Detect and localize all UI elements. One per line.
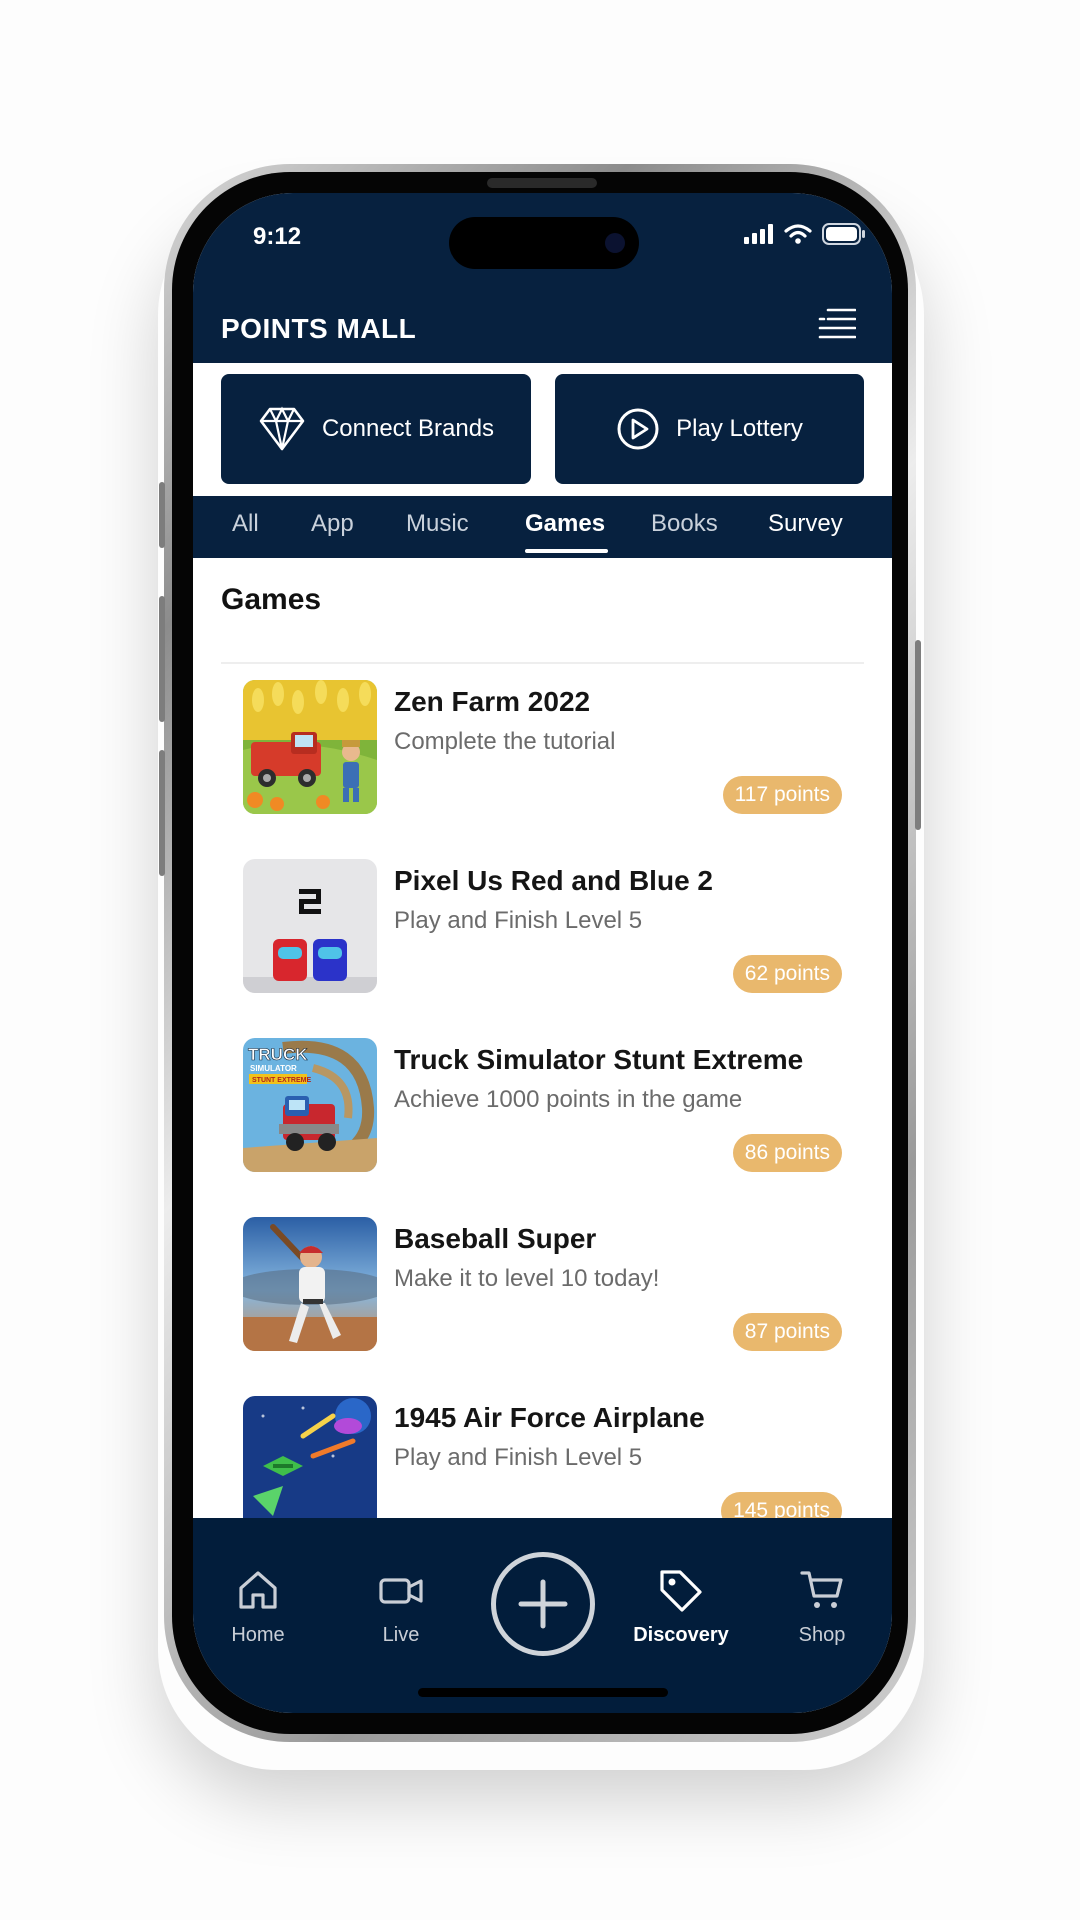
video-camera-icon	[379, 1578, 423, 1604]
action-bar: Connect Brands Play Lottery	[193, 363, 892, 493]
nav-discovery-label: Discovery	[633, 1624, 729, 1646]
truck-logo-title: TRUCK	[248, 1045, 308, 1064]
category-tabs: All App Music Games Books Survey	[193, 496, 892, 558]
baseball-game-icon	[243, 1217, 377, 1351]
app-header: 9:12 POINTS MALL	[193, 193, 892, 363]
points-badge: 87 points	[732, 1313, 842, 1351]
list-item[interactable]: Zen Farm 2022 Complete the tutorial 117 …	[193, 680, 892, 850]
nav-live-label: Live	[382, 1624, 420, 1646]
nav-home[interactable]: Home	[203, 1568, 313, 1647]
add-button[interactable]	[491, 1552, 595, 1656]
nav-discovery[interactable]: Discovery	[626, 1568, 736, 1647]
home-indicator[interactable]	[418, 1688, 668, 1697]
play-lottery-button[interactable]: Play Lottery	[555, 374, 864, 484]
play-circle-icon	[617, 408, 659, 450]
power-button	[915, 640, 921, 830]
tab-books[interactable]: Books	[651, 510, 718, 538]
page-title: POINTS MALL	[221, 313, 417, 344]
status-time: 9:12	[253, 223, 302, 250]
truck-logo-tagline: STUNT EXTREME	[252, 1077, 311, 1084]
airplane-game-icon	[243, 1396, 377, 1518]
nav-shop-label: Shop	[798, 1624, 846, 1646]
item-title: Zen Farm 2022	[394, 686, 591, 717]
plus-icon	[518, 1579, 568, 1629]
tag-icon	[660, 1570, 702, 1612]
filter-menu-icon[interactable]	[818, 307, 856, 339]
volume-up-button	[159, 596, 165, 722]
points-badge: 117 points	[722, 776, 842, 814]
status-icons	[744, 223, 866, 245]
silent-switch	[159, 482, 165, 548]
points-badge: 62 points	[732, 955, 842, 993]
home-icon	[239, 1571, 277, 1609]
play-lottery-label: Play Lottery	[676, 415, 803, 442]
phone-screen: Games Zen Farm 2022 Complete the tutoria…	[193, 193, 892, 1713]
tab-survey[interactable]: Survey	[768, 510, 843, 538]
farm-game-icon	[243, 680, 377, 814]
truck-logo-subtitle: SIMULATOR	[250, 1064, 297, 1073]
earpiece	[487, 178, 597, 188]
signal-icon	[744, 224, 773, 244]
item-title: Baseball Super	[394, 1223, 597, 1254]
points-badge: 86 points	[732, 1134, 842, 1172]
connect-brands-label: Connect Brands	[321, 415, 495, 442]
item-task: Play and Finish Level 5	[394, 907, 643, 934]
tab-games[interactable]: Games	[525, 510, 605, 538]
tab-all[interactable]: All	[232, 510, 259, 538]
item-task: Complete the tutorial	[394, 728, 616, 755]
diamond-icon	[259, 406, 305, 451]
nav-live[interactable]: Live	[346, 1568, 456, 1647]
item-task: Play and Finish Level 5	[394, 1444, 643, 1471]
list-item[interactable]: Baseball Super Make it to level 10 today…	[193, 1217, 892, 1387]
section-title: Games	[221, 583, 322, 616]
connect-brands-button[interactable]: Connect Brands	[221, 374, 531, 484]
item-task: Make it to level 10 today!	[394, 1265, 660, 1292]
nav-home-label: Home	[231, 1624, 285, 1646]
tab-music[interactable]: Music	[406, 510, 469, 538]
cart-icon	[800, 1571, 843, 1608]
wifi-icon	[784, 224, 812, 244]
bottom-nav: Home Live Discovery Shop	[193, 1518, 892, 1713]
list-item[interactable]: Pixel Us Red and Blue 2 Play and Finish …	[193, 859, 892, 1029]
battery-icon	[822, 223, 865, 245]
dynamic-island	[449, 217, 639, 269]
list-item[interactable]: TRUCK SIMULATOR STUNT EXTREME Truck Simu…	[193, 1038, 892, 1208]
list-item[interactable]: 1945 Air Force Airplane Play and Finish …	[193, 1396, 892, 1518]
item-task: Achieve 1000 points in the game	[394, 1086, 743, 1113]
item-title: Truck Simulator Stunt Extreme	[394, 1044, 804, 1075]
pixel-game-icon	[243, 859, 377, 993]
points-badge: 145 points	[721, 1492, 842, 1518]
item-title: 1945 Air Force Airplane	[394, 1402, 705, 1433]
nav-shop[interactable]: Shop	[767, 1568, 877, 1647]
volume-down-button	[159, 750, 165, 876]
active-tab-indicator	[525, 549, 608, 553]
truck-game-icon: TRUCK SIMULATOR STUNT EXTREME	[243, 1038, 377, 1172]
item-title: Pixel Us Red and Blue 2	[394, 865, 713, 896]
section-divider	[221, 662, 864, 664]
tab-app[interactable]: App	[311, 510, 354, 538]
camera-dot	[605, 233, 625, 253]
